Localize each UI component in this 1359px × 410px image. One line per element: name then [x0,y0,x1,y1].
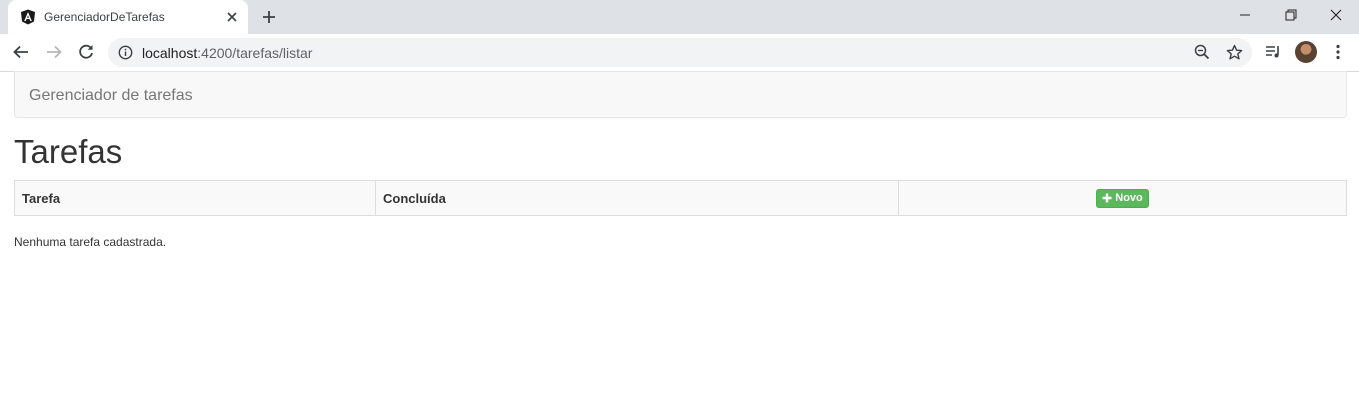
bookmark-star-icon[interactable] [1224,42,1244,62]
column-header-concluida: Concluída [375,180,899,216]
column-header-actions: Novo [898,180,1347,216]
browser-menu-icon[interactable] [1328,42,1348,62]
browser-toolbar: localhost:4200/tarefas/listar [0,34,1359,72]
close-window-icon[interactable] [1313,0,1359,30]
new-tab-plus-icon[interactable] [259,7,279,27]
url-host: localhost [142,45,198,61]
address-bar[interactable]: localhost:4200/tarefas/listar [108,38,1252,67]
plus-icon [1102,193,1112,203]
column-header-tarefa: Tarefa [14,180,376,216]
media-queue-icon[interactable] [1263,42,1283,62]
reload-icon[interactable] [76,42,96,62]
navbar-brand[interactable]: Gerenciador de tarefas [29,87,193,105]
new-task-button[interactable]: Novo [1096,188,1149,208]
table-header-row: Tarefa Concluída Novo [14,180,1347,216]
empty-state-message: Nenhuma tarefa cadastrada. [14,235,167,249]
tasks-table: Tarefa Concluída Novo [14,180,1347,216]
app-navbar: Gerenciador de tarefas [14,71,1347,118]
angular-favicon-icon [20,9,36,25]
minimize-icon[interactable] [1222,0,1268,30]
new-task-button-label: Novo [1115,192,1143,204]
forward-arrow-icon[interactable] [44,42,64,62]
browser-tab[interactable]: GerenciadorDeTarefas [8,0,248,34]
page-title: Tarefas [14,133,123,170]
url-text[interactable]: localhost:4200/tarefas/listar [142,45,312,61]
zoom-out-icon[interactable] [1192,42,1212,62]
browser-tabstrip: GerenciadorDeTarefas [0,0,1359,34]
tab-title: GerenciadorDeTarefas [44,10,165,24]
close-tab-icon[interactable] [224,9,240,25]
url-path: :4200/tarefas/listar [197,45,313,61]
back-arrow-icon[interactable] [11,42,31,62]
site-info-icon[interactable] [118,45,133,60]
profile-avatar[interactable] [1295,41,1317,63]
restore-icon[interactable] [1268,0,1314,30]
